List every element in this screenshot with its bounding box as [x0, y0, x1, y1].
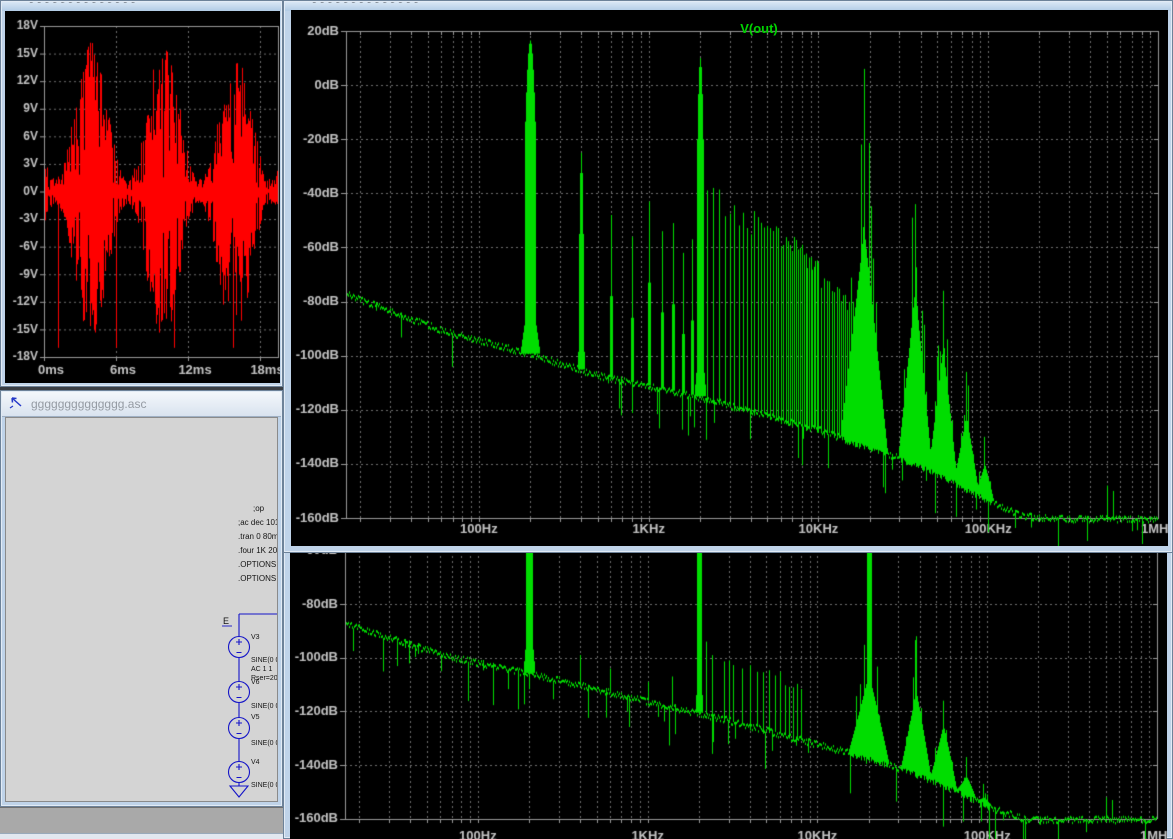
- circuit-drawing[interactable]: E V3 SINE(0 0.2 AC 1 1 Rser=20 V6 SINE(0…: [6, 418, 278, 802]
- polarity-marks: [236, 764, 242, 779]
- fft-main-window-title: gggggggggggggg: [311, 2, 421, 3]
- fft-main-window[interactable]: gggggggggggggg V(out): [283, 0, 1173, 553]
- component-value[interactable]: SINE(0 0.2: [251, 657, 278, 664]
- component-name[interactable]: V5: [251, 714, 260, 721]
- polarity-marks: [236, 639, 242, 654]
- time-domain-plot[interactable]: [5, 11, 280, 383]
- schematic-window-title: gggggggggggggg.asc: [31, 397, 147, 411]
- component-value[interactable]: SINE(0 0.8: [251, 782, 278, 789]
- schematic-window[interactable]: gggggggggggggg.asc ;op ;ac dec 101 0 .tr…: [0, 390, 283, 807]
- component-value[interactable]: SINE(0 0.2: [251, 703, 278, 710]
- schematic-window-titlebar[interactable]: gggggggggggggg.asc: [2, 392, 281, 417]
- component-name[interactable]: V3: [251, 634, 260, 641]
- fft-secondary-window[interactable]: [283, 551, 1173, 839]
- mdi-background: [0, 807, 283, 834]
- component-name[interactable]: V6: [251, 679, 260, 686]
- schematic-canvas[interactable]: ;op ;ac dec 101 0 .tran 0 80ms .four 1K …: [5, 417, 278, 802]
- component-value[interactable]: AC 1 1: [251, 666, 273, 673]
- net-label[interactable]: E: [223, 616, 229, 626]
- fft-main-plot[interactable]: [291, 10, 1168, 546]
- component-value[interactable]: SINE(0 0.4: [251, 740, 278, 747]
- waveform-window[interactable]: gggggggggggggg: [0, 0, 283, 387]
- polarity-marks: [236, 720, 242, 735]
- waveform-icon: [8, 2, 21, 5]
- ltspice-desktop: gggggggggggggg gggggggggggggg V(out): [0, 0, 1173, 839]
- window-edge-strip: [0, 833, 283, 839]
- polarity-marks: [236, 684, 242, 699]
- trace-legend-vout[interactable]: V(out): [353, 21, 1165, 36]
- component-name[interactable]: V4: [251, 759, 260, 766]
- waveform-icon: [291, 2, 304, 5]
- waveform-window-title: gggggggggggggg: [28, 2, 138, 3]
- ground-symbol[interactable]: [228, 785, 250, 798]
- schematic-icon: [8, 394, 24, 415]
- fft-secondary-plot[interactable]: [290, 551, 1167, 839]
- waveform-window-titlebar[interactable]: gggggggggggggg: [2, 2, 281, 11]
